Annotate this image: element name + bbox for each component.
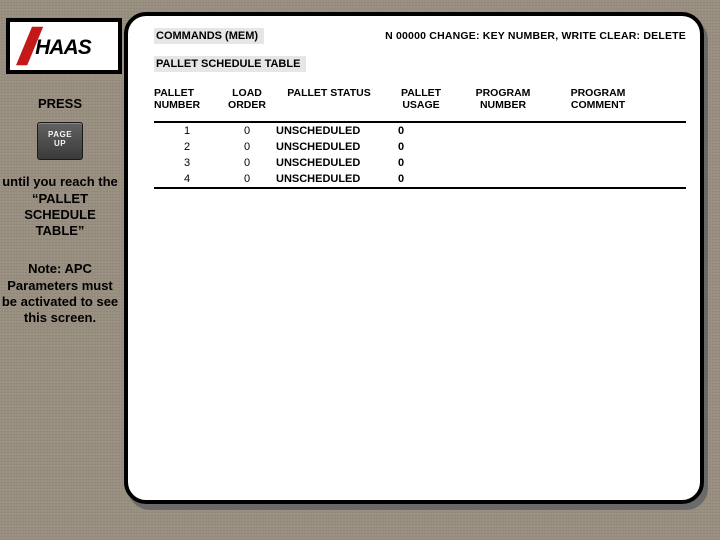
- hdr-pallet-status: PALLET STATUS: [274, 88, 384, 111]
- cell-program-comment: [548, 141, 648, 153]
- cell-pallet-number: 1: [154, 125, 220, 137]
- cell-program-number: [458, 157, 548, 169]
- cell-usage: 0: [384, 173, 458, 185]
- cnc-screen-panel: COMMANDS (MEM) N 00000 CHANGE: KEY NUMBE…: [124, 12, 704, 504]
- hdr-program-number: PROGRAM NUMBER: [458, 88, 548, 111]
- table-row[interactable]: 3 0 UNSCHEDULED 0: [154, 155, 686, 171]
- cell-program-comment: [548, 157, 648, 169]
- cell-usage: 0: [384, 157, 458, 169]
- until-text: until you reach the “PALLET SCHEDULE TAB…: [0, 174, 120, 239]
- cell-status: UNSCHEDULED: [274, 141, 384, 153]
- cell-pallet-number: 4: [154, 173, 220, 185]
- commands-mode: COMMANDS (MEM): [154, 28, 264, 44]
- stage: HAAS PRESS PAGE UP until you reach the “…: [0, 0, 720, 540]
- key-line-2: UP: [38, 139, 82, 148]
- svg-text:HAAS: HAAS: [35, 36, 92, 59]
- cell-status: UNSCHEDULED: [274, 125, 384, 137]
- press-label: PRESS: [0, 96, 120, 112]
- table-row[interactable]: 1 0 UNSCHEDULED 0: [154, 123, 686, 139]
- page-up-key[interactable]: PAGE UP: [37, 122, 83, 160]
- cell-pallet-number: 3: [154, 157, 220, 169]
- top-right-hint: N 00000 CHANGE: KEY NUMBER, WRITE CLEAR:…: [385, 28, 686, 44]
- cell-usage: 0: [384, 125, 458, 137]
- screen-subtitle: PALLET SCHEDULE TABLE: [154, 56, 306, 72]
- table-row[interactable]: 4 0 UNSCHEDULED 0: [154, 171, 686, 187]
- hdr-program-comment: PROGRAM COMMENT: [548, 88, 648, 111]
- cell-program-number: [458, 125, 548, 137]
- table-headers: PALLET NUMBER LOAD ORDER PALLET STATUS P…: [154, 88, 686, 111]
- cell-program-comment: [548, 125, 648, 137]
- hdr-pallet-usage: PALLET USAGE: [384, 88, 458, 111]
- cell-program-number: [458, 173, 548, 185]
- haas-logo-icon: HAAS: [16, 26, 112, 66]
- haas-logo: HAAS: [6, 18, 122, 74]
- cell-program-comment: [548, 173, 648, 185]
- screen-top-row: COMMANDS (MEM) N 00000 CHANGE: KEY NUMBE…: [154, 28, 686, 44]
- cell-load-order: 0: [220, 141, 274, 153]
- cell-program-number: [458, 141, 548, 153]
- cnc-screen-inner: COMMANDS (MEM) N 00000 CHANGE: KEY NUMBE…: [128, 16, 700, 203]
- cell-usage: 0: [384, 141, 458, 153]
- key-line-1: PAGE: [38, 130, 82, 139]
- note-text: Note: APC Parameters must be activated t…: [0, 261, 120, 326]
- hdr-pallet-number: PALLET NUMBER: [154, 88, 220, 111]
- table-row[interactable]: 2 0 UNSCHEDULED 0: [154, 139, 686, 155]
- hdr-load-order: LOAD ORDER: [220, 88, 274, 111]
- cell-pallet-number: 2: [154, 141, 220, 153]
- cell-status: UNSCHEDULED: [274, 173, 384, 185]
- instruction-sidebar: PRESS PAGE UP until you reach the “PALLE…: [0, 90, 120, 326]
- cell-load-order: 0: [220, 173, 274, 185]
- cell-status: UNSCHEDULED: [274, 157, 384, 169]
- cell-load-order: 0: [220, 125, 274, 137]
- cell-load-order: 0: [220, 157, 274, 169]
- pallet-table: 1 0 UNSCHEDULED 0 2 0 UNSCHEDULED 0 3: [154, 121, 686, 189]
